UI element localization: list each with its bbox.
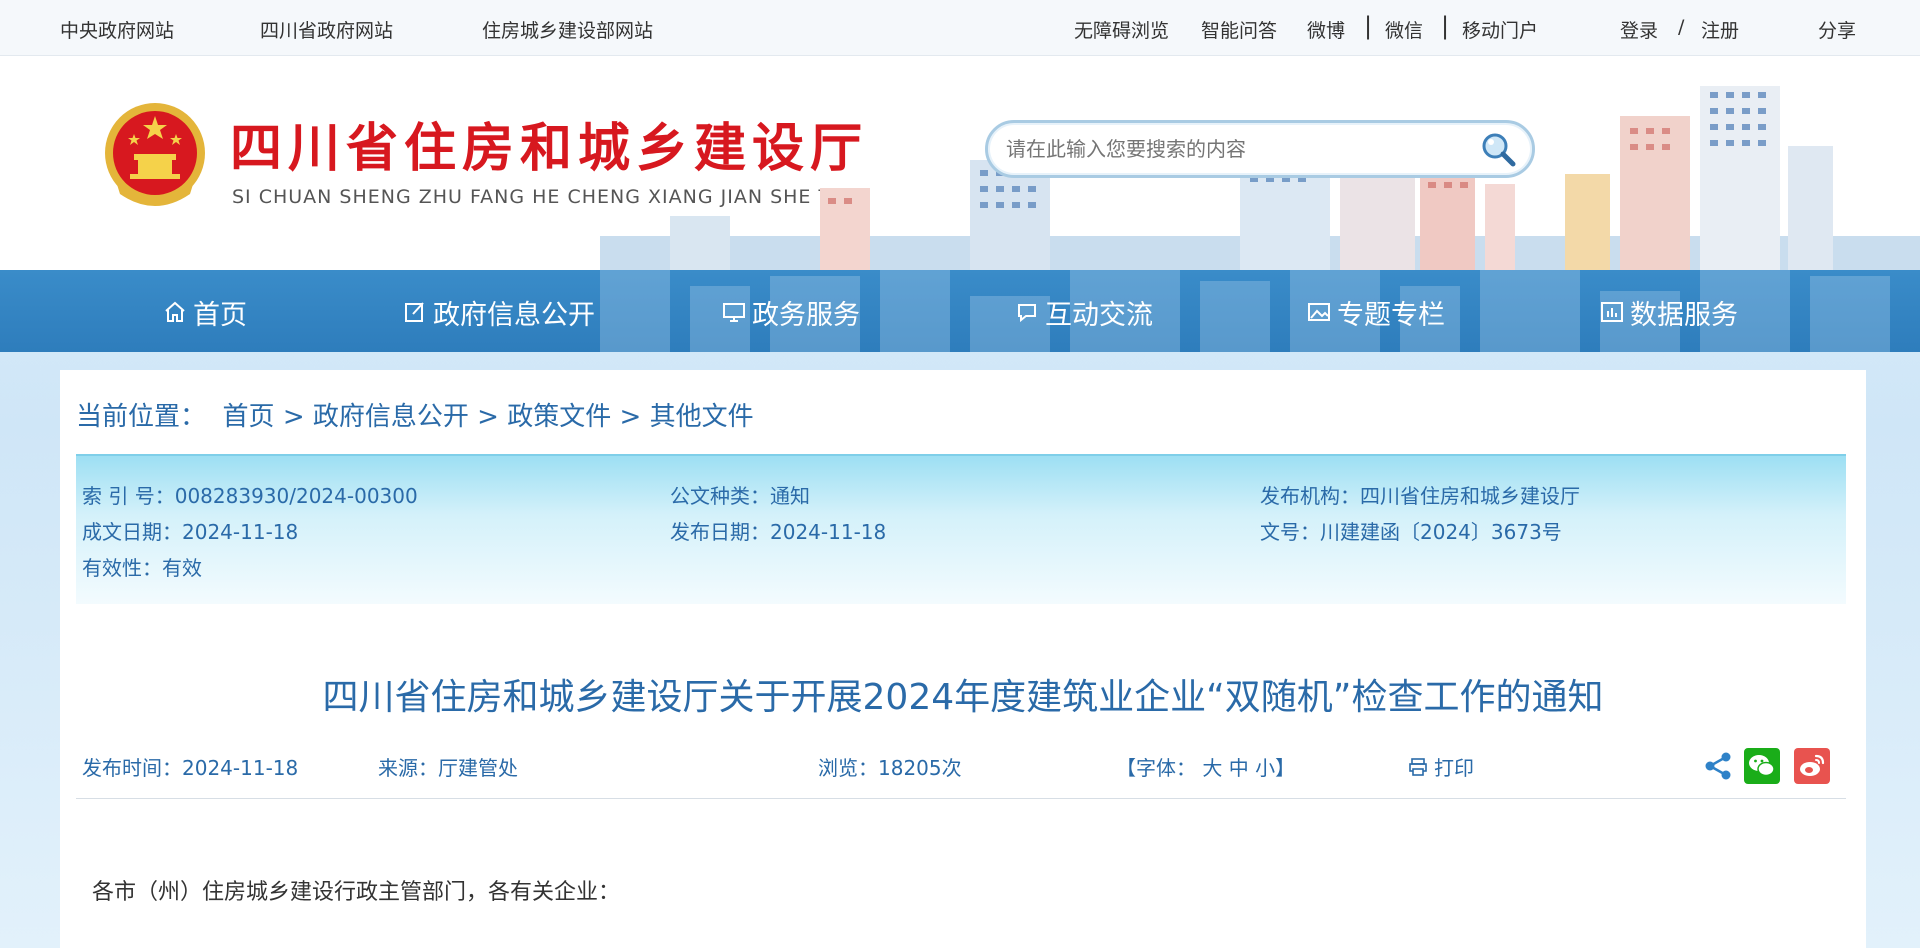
nav-item-label: 专题专栏: [1337, 299, 1445, 331]
view-count: 浏览：18205次: [818, 756, 962, 780]
breadcrumb-policy-docs[interactable]: 政策文件: [507, 402, 611, 432]
content-panel: 当前位置： 首页 > 政府信息公开 > 政策文件 > 其他文件 索 引 号：00…: [60, 370, 1866, 948]
mobile-portal-link[interactable]: 移动门户: [1462, 16, 1538, 43]
breadcrumb-separator: >: [477, 402, 499, 432]
info-divider: [76, 798, 1846, 799]
search-icon[interactable]: [1478, 129, 1518, 169]
share-icon[interactable]: [1700, 748, 1736, 784]
nav-item-topics[interactable]: 专题专栏: [1307, 294, 1445, 331]
search-input[interactable]: [1006, 135, 1466, 163]
meta-written-date: 成文日期：2024-11-18: [82, 520, 299, 544]
topbar-divider: |: [1364, 12, 1373, 40]
nav-item-gov-services[interactable]: 政务服务: [722, 294, 860, 331]
share-link[interactable]: 分享: [1818, 16, 1856, 43]
article-source: 来源：厅建管处: [378, 756, 518, 780]
article-salutation: 各市（州）住房城乡建设行政主管部门，各有关企业：: [92, 880, 621, 905]
link-central-gov[interactable]: 中央政府网站: [60, 16, 174, 43]
publish-time: 发布时间：2024-11-18: [82, 756, 299, 780]
nav-item-home[interactable]: 首页: [163, 294, 247, 331]
national-emblem-icon: [105, 103, 205, 206]
nav-item-label: 首页: [193, 299, 247, 331]
site-header: 四川省住房和城乡建设厅 SI CHUAN SHENG ZHU FANG HE C…: [0, 56, 1920, 270]
link-sichuan-gov[interactable]: 四川省政府网站: [260, 16, 393, 43]
nav-item-label: 互动交流: [1045, 299, 1153, 331]
breadcrumb-separator: >: [619, 402, 642, 432]
nav-item-label: 政务服务: [752, 299, 860, 331]
meta-publish-date: 发布日期：2024-11-18: [670, 520, 887, 544]
monitor-icon: [723, 303, 745, 322]
document-metadata: 索 引 号：008283930/2024-00300 公文种类：通知 发布机构：…: [76, 454, 1846, 604]
meta-doc-type: 公文种类：通知: [670, 484, 810, 508]
home-icon: [165, 301, 185, 322]
city-skyline-illustration: [600, 86, 1920, 270]
nav-item-label: 数据服务: [1630, 299, 1738, 331]
meta-index: 索 引 号：008283930/2024-00300: [82, 484, 418, 508]
register-link[interactable]: 注册: [1701, 16, 1739, 43]
weibo-link[interactable]: 微博: [1307, 16, 1345, 43]
login-register-slash: /: [1678, 16, 1685, 38]
wechat-link[interactable]: 微信: [1385, 16, 1423, 43]
font-small-button[interactable]: 小: [1255, 756, 1275, 780]
image-icon: [1308, 303, 1330, 321]
accessibility-link[interactable]: 无障碍浏览: [1074, 16, 1169, 43]
font-medium-button[interactable]: 中: [1229, 756, 1249, 780]
breadcrumb-home[interactable]: 首页: [223, 402, 275, 432]
breadcrumb-other-docs[interactable]: 其他文件: [650, 402, 754, 432]
chat-icon: [1018, 304, 1036, 323]
weibo-share-icon[interactable]: [1794, 748, 1830, 784]
edit-icon: [405, 302, 424, 322]
meta-doc-number: 文号：川建建函〔2024〕3673号: [1260, 520, 1562, 544]
article-title: 四川省住房和城乡建设厅关于开展2024年度建筑业企业“双随机”检查工作的通知: [322, 677, 1604, 718]
link-mohurd[interactable]: 住房城乡建设部网站: [482, 16, 653, 43]
print-button[interactable]: 打印: [1408, 752, 1474, 781]
nav-item-label: 政府信息公开: [433, 299, 595, 331]
top-bar: 中央政府网站 四川省政府网站 住房城乡建设部网站 无障碍浏览 智能问答 微博 |…: [0, 0, 1920, 56]
font-size-controls: 【字体： 大 中 小】: [1116, 756, 1296, 780]
search-box: [985, 120, 1535, 178]
font-large-button[interactable]: 大: [1202, 756, 1222, 780]
breadcrumb-separator: >: [282, 402, 305, 432]
main-nav: 首页 政府信息公开 政务服务 互动交流 专题专栏 数据服务: [0, 270, 1920, 352]
nav-item-data-services[interactable]: 数据服务: [1600, 294, 1738, 331]
login-link[interactable]: 登录: [1620, 16, 1658, 43]
topbar-divider: |: [1441, 12, 1450, 40]
nav-item-gov-info[interactable]: 政府信息公开: [403, 294, 595, 331]
printer-icon: [1409, 757, 1427, 776]
wechat-share-icon[interactable]: [1744, 748, 1780, 784]
nav-item-interaction[interactable]: 互动交流: [1015, 294, 1153, 331]
breadcrumb-label: 当前位置：: [76, 402, 207, 432]
meta-issuer: 发布机构：四川省住房和城乡建设厅: [1260, 484, 1580, 508]
smart-qa-link[interactable]: 智能问答: [1201, 16, 1277, 43]
chart-icon: [1601, 302, 1623, 322]
breadcrumb-gov-info[interactable]: 政府信息公开: [313, 402, 469, 432]
breadcrumb: 当前位置： 首页 > 政府信息公开 > 政策文件 > 其他文件: [76, 396, 754, 433]
meta-validity: 有效性：有效: [82, 556, 202, 580]
